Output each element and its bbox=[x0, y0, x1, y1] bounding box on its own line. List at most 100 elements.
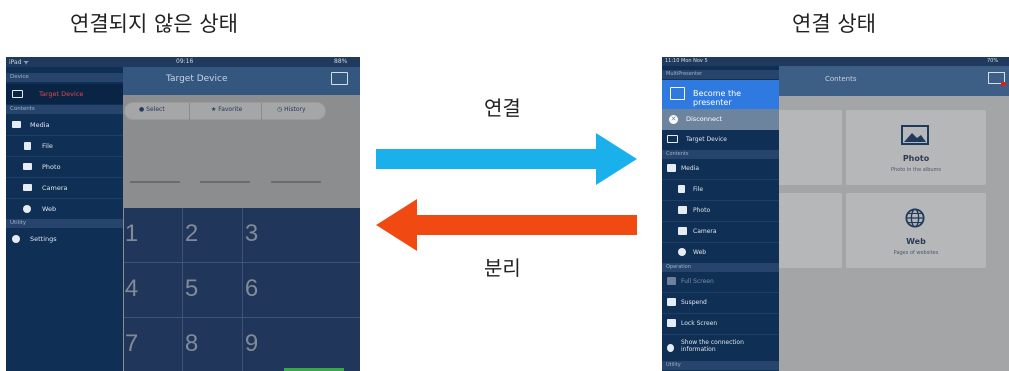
sidebar-item-label: Target Device bbox=[686, 136, 727, 143]
sidebar-item-photo[interactable]: Photo bbox=[6, 157, 123, 177]
sidebar-item-media[interactable]: Media bbox=[6, 115, 123, 135]
tile-title: Photo bbox=[902, 154, 930, 163]
sidebar: Device Target Device Contents Media File… bbox=[6, 67, 123, 371]
ip-input-segment[interactable] bbox=[130, 181, 180, 183]
presenter-icon bbox=[670, 87, 685, 100]
keypad-key[interactable]: 5 bbox=[164, 263, 219, 315]
keypad-key[interactable]: 6 bbox=[224, 263, 279, 315]
caption-connected-state: 연결 상태 bbox=[792, 12, 876, 36]
close-icon: ✕ bbox=[669, 115, 678, 124]
sidebar-item-lock-screen[interactable]: Lock Screen bbox=[662, 314, 779, 334]
tab-divider bbox=[261, 103, 262, 120]
sidebar-item-label: Web bbox=[693, 249, 707, 256]
globe-icon bbox=[23, 205, 31, 213]
sidebar-item-label: Photo bbox=[42, 163, 61, 171]
file-icon bbox=[24, 142, 31, 150]
tile-subtitle: Pages of websites bbox=[893, 250, 939, 256]
sidebar-item-camera[interactable]: Camera bbox=[662, 222, 779, 242]
image-icon bbox=[667, 164, 676, 172]
button-label: Disconnect bbox=[686, 115, 723, 123]
info-icon bbox=[667, 344, 674, 352]
keypad-divider bbox=[182, 208, 183, 371]
tile-web[interactable]: Web Pages of websites bbox=[846, 193, 986, 268]
tile-subtitle: Photo in the albums bbox=[890, 167, 942, 173]
sidebar-item-label: Photo bbox=[693, 207, 711, 214]
sidebar-item-label: Media bbox=[681, 165, 700, 172]
screen-icon[interactable] bbox=[331, 72, 348, 85]
header-title: Target Device bbox=[166, 74, 228, 84]
caption-disconnected-state: 연결되지 않은 상태 bbox=[70, 12, 238, 36]
keypad-divider bbox=[242, 208, 243, 371]
sidebar-item-label: File bbox=[42, 142, 53, 150]
keypad-key[interactable]: 3 bbox=[224, 208, 279, 260]
status-battery: 88% bbox=[334, 58, 348, 65]
status-bar: 11:10 Mon Nov 5 70% bbox=[662, 57, 1009, 66]
photo-icon bbox=[678, 206, 687, 214]
tab-divider bbox=[189, 103, 190, 120]
section-multipresenter: MultiPresenter bbox=[662, 70, 779, 79]
section-utility: Utility bbox=[662, 361, 779, 370]
sidebar-item-suspend[interactable]: Suspend bbox=[662, 293, 779, 313]
sidebar-item-target-device[interactable]: Target Device bbox=[662, 130, 779, 150]
sidebar-item-label: Lock Screen bbox=[681, 320, 718, 327]
monitor-icon bbox=[667, 135, 678, 143]
connect-arrow bbox=[376, 133, 637, 185]
monitor-icon bbox=[12, 90, 23, 98]
sidebar-item-label: Camera bbox=[42, 184, 68, 192]
sidebar-item-full-screen[interactable]: Full Screen bbox=[662, 272, 779, 292]
section-contents: Contents bbox=[662, 150, 779, 159]
disconnected-screenshot: iPad ᯤ 09:16 88% Target Device ● Select … bbox=[6, 57, 360, 371]
sidebar-item-settings[interactable]: Settings bbox=[6, 229, 123, 249]
keypad-key[interactable]: 8 bbox=[164, 318, 219, 370]
tile-photo[interactable]: Photo Photo in the albums bbox=[846, 110, 986, 185]
tab-select[interactable]: ● Select bbox=[139, 106, 165, 113]
gear-icon bbox=[12, 235, 20, 243]
diagram-root: 연결되지 않은 상태 연결 상태 iPad ᯤ 09:16 88% Target… bbox=[0, 0, 1009, 371]
section-operation: Operation bbox=[662, 263, 779, 272]
sidebar-item-label: Settings bbox=[30, 235, 57, 243]
button-label: Become the presenter bbox=[693, 89, 742, 107]
screen-icon[interactable] bbox=[988, 72, 1006, 86]
sidebar: MultiPresenter Become the presenter ✕ Di… bbox=[662, 66, 779, 371]
tab-bar: ● Select ★ Favorite ◷ History bbox=[124, 102, 326, 120]
disconnect-label: 분리 bbox=[484, 256, 521, 280]
lock-icon bbox=[667, 319, 676, 327]
sidebar-item-file[interactable]: File bbox=[6, 136, 123, 156]
sidebar-item-show-connection[interactable]: Show the connection information bbox=[662, 335, 779, 361]
connected-screenshot: 11:10 Mon Nov 5 70% Contents in folder P… bbox=[662, 57, 1009, 371]
image-icon bbox=[12, 121, 21, 128]
ip-input-segment[interactable] bbox=[271, 181, 321, 183]
status-bar: iPad ᯤ 09:16 88% bbox=[6, 57, 360, 67]
photo-icon bbox=[901, 125, 929, 145]
ip-input-segment[interactable] bbox=[200, 181, 250, 183]
sidebar-item-label: File bbox=[693, 186, 704, 193]
disconnect-button[interactable]: ✕ Disconnect bbox=[662, 109, 779, 130]
connect-label: 연결 bbox=[484, 96, 521, 120]
sidebar-item-label: Target Device bbox=[39, 90, 84, 98]
sidebar-item-photo[interactable]: Photo bbox=[662, 201, 779, 221]
header-title: Contents bbox=[825, 75, 857, 83]
become-presenter-button[interactable]: Become the presenter bbox=[662, 80, 779, 109]
tile-title: Web bbox=[906, 237, 926, 246]
keypad-key[interactable]: 9 bbox=[224, 318, 279, 370]
sidebar-item-label: Suspend bbox=[681, 299, 707, 306]
status-carrier: iPad ᯤ bbox=[9, 59, 29, 66]
sidebar-item-media[interactable]: Media bbox=[662, 159, 779, 179]
sidebar-item-label: Full Screen bbox=[681, 278, 714, 285]
sidebar-item-target-device[interactable]: Target Device bbox=[6, 84, 123, 104]
numeric-keypad: 1 2 3 4 5 6 7 8 9 bbox=[124, 208, 360, 371]
keypad-key[interactable]: 2 bbox=[164, 208, 219, 260]
status-battery: 70% bbox=[987, 58, 999, 64]
tab-history[interactable]: ◷ History bbox=[277, 106, 306, 113]
status-time: 09:16 bbox=[176, 58, 194, 65]
connected-indicator bbox=[1001, 82, 1006, 86]
sidebar-item-camera[interactable]: Camera bbox=[6, 178, 123, 198]
sidebar-item-file[interactable]: File bbox=[662, 180, 779, 200]
fullscreen-icon bbox=[667, 277, 676, 285]
tab-favorite[interactable]: ★ Favorite bbox=[211, 106, 242, 113]
photo-icon bbox=[23, 163, 32, 170]
sidebar-item-web[interactable]: Web bbox=[6, 199, 123, 219]
sidebar-item-web[interactable]: Web bbox=[662, 243, 779, 263]
status-time: 11:10 Mon Nov 5 bbox=[665, 58, 708, 64]
disconnect-arrow bbox=[376, 199, 637, 251]
